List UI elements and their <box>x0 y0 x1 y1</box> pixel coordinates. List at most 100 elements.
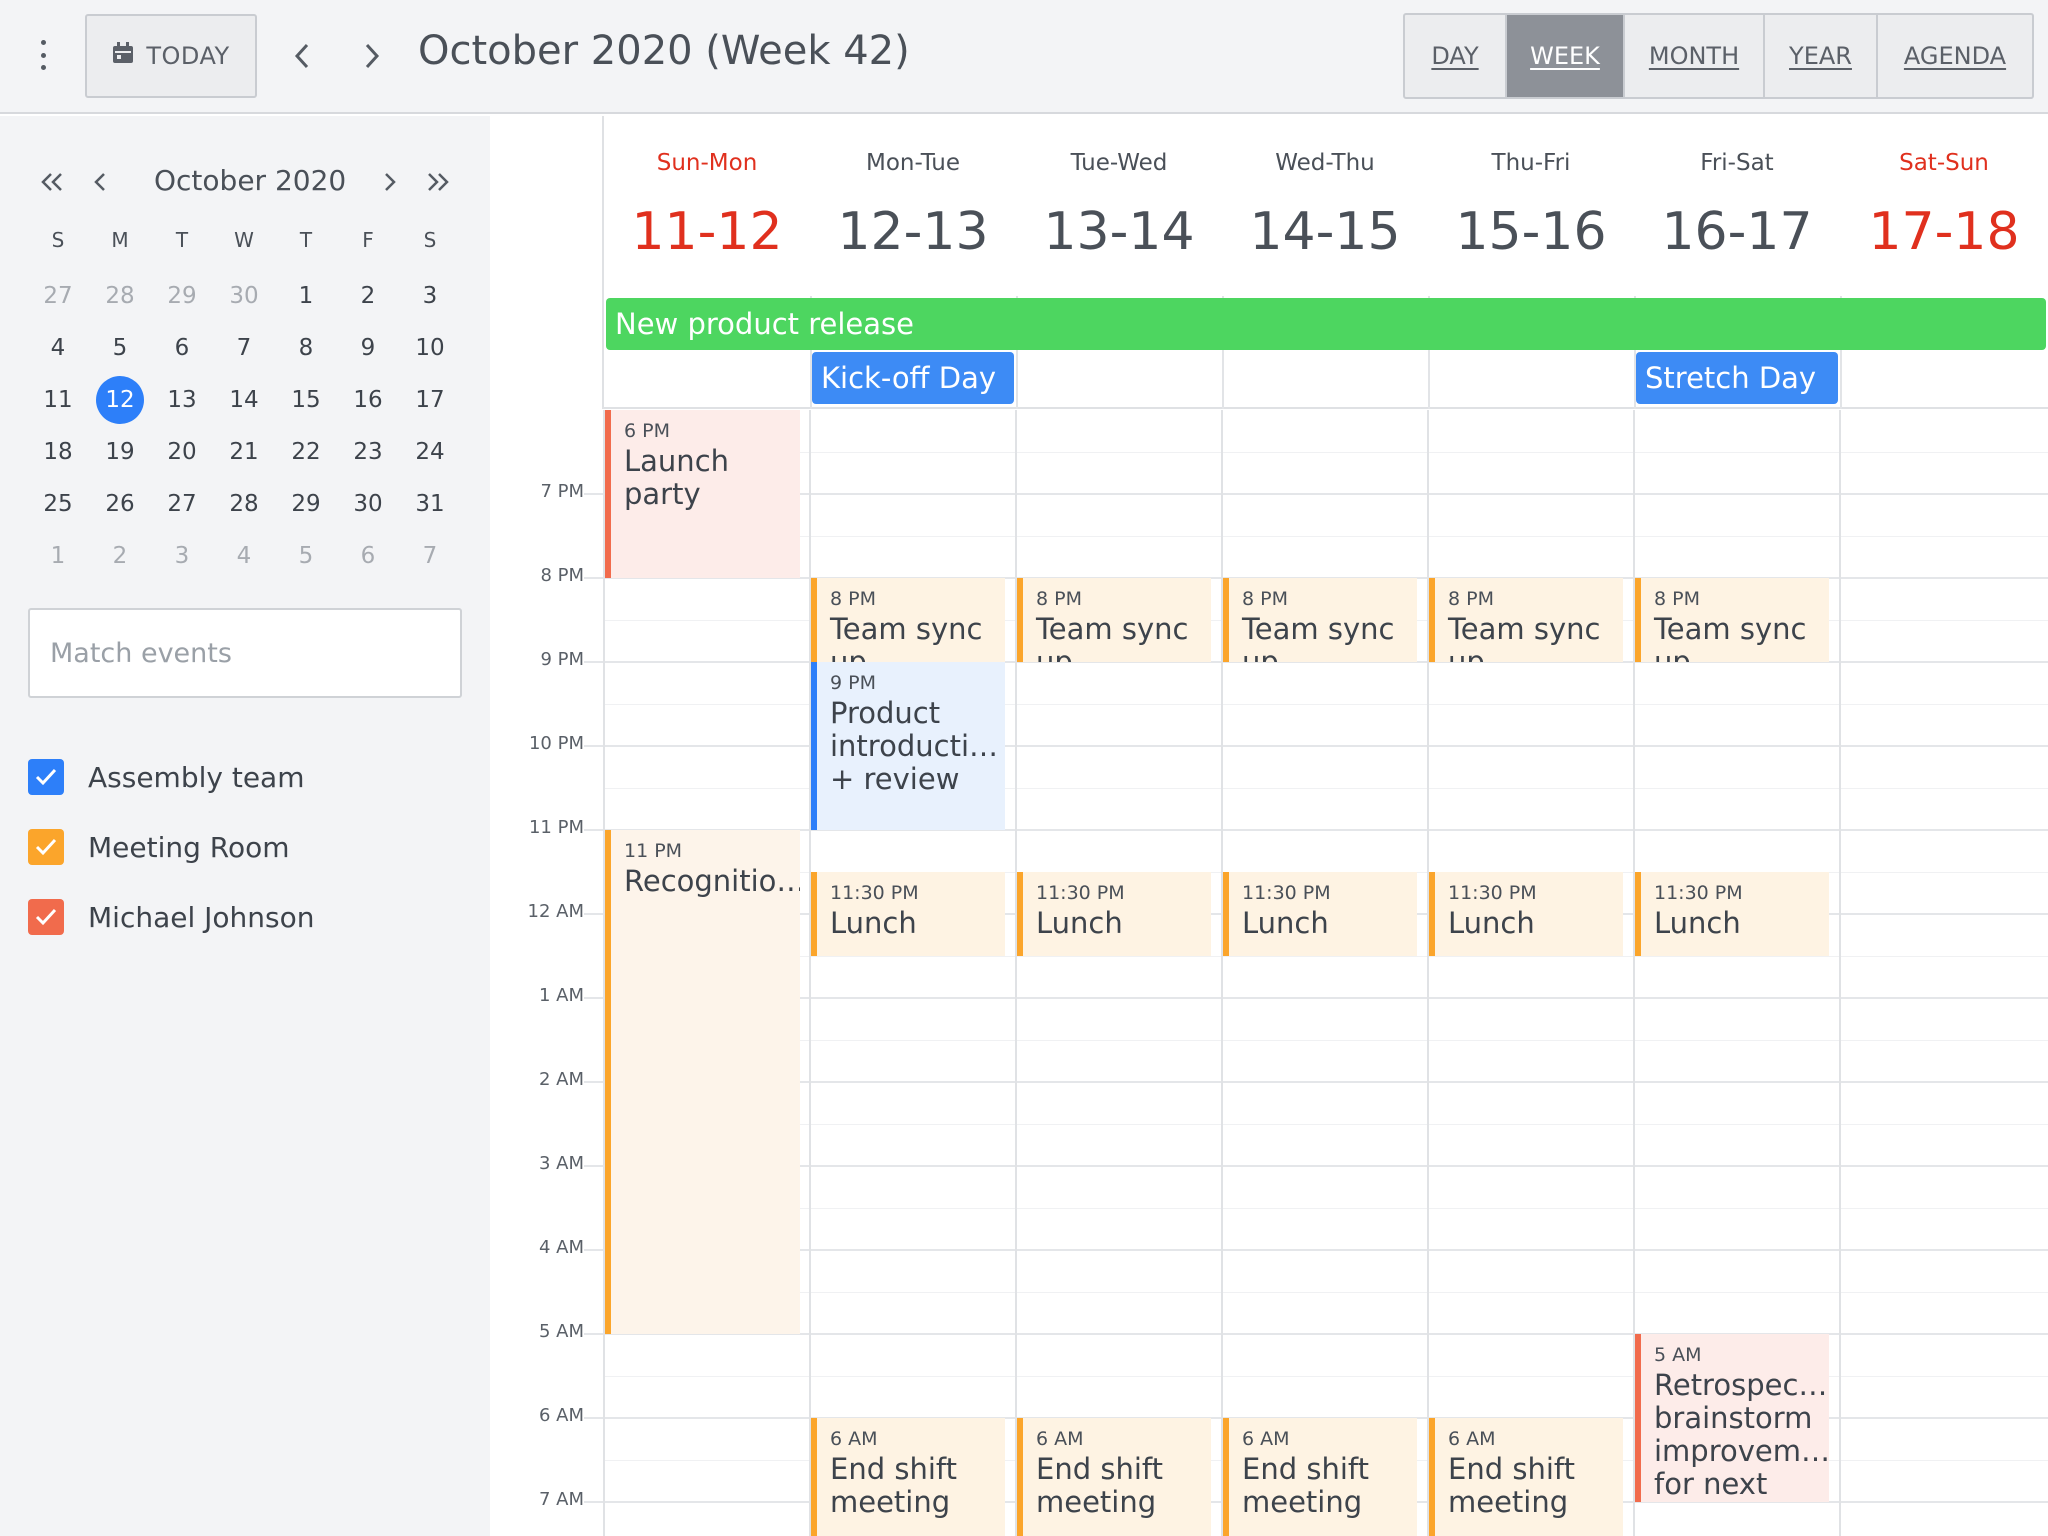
mini-calendar-day[interactable]: 29 <box>275 478 337 530</box>
mini-calendar-day[interactable]: 29 <box>151 270 213 322</box>
day-header[interactable]: Sat-Sun 17-18 <box>1840 116 2048 296</box>
event-team-sync[interactable]: 8 PM Team sync up <box>1017 578 1211 662</box>
event-title: Lunch <box>830 906 917 940</box>
mini-calendar-day[interactable]: 13 <box>151 374 213 426</box>
event-lunch[interactable]: 11:30 PM Lunch <box>811 872 1005 956</box>
calendar-michael-johnson[interactable]: Michael Johnson <box>28 882 315 952</box>
mini-calendar-day[interactable]: 3 <box>399 270 461 322</box>
mini-calendar-day[interactable]: 8 <box>275 322 337 374</box>
view-month-button[interactable]: MONTH <box>1625 15 1765 97</box>
mini-calendar-day[interactable]: 22 <box>275 426 337 478</box>
event-lunch[interactable]: 11:30 PM Lunch <box>1223 872 1417 956</box>
mini-calendar-day[interactable]: 27 <box>151 478 213 530</box>
event-team-sync[interactable]: 8 PM Team sync up <box>811 578 1005 662</box>
event-team-sync[interactable]: 8 PM Team sync up <box>1223 578 1417 662</box>
mini-calendar-day[interactable]: 9 <box>337 322 399 374</box>
mini-calendar-day[interactable]: 6 <box>337 530 399 582</box>
more-menu-button[interactable] <box>30 40 56 70</box>
day-header[interactable]: Thu-Fri 15-16 <box>1428 116 1634 296</box>
mini-calendar-day[interactable]: 5 <box>275 530 337 582</box>
mini-calendar-day[interactable]: 14 <box>213 374 275 426</box>
mini-calendar-day[interactable]: 4 <box>213 530 275 582</box>
search-input[interactable] <box>30 610 460 696</box>
checkbox[interactable] <box>28 759 64 795</box>
mini-calendar-day[interactable]: 6 <box>151 322 213 374</box>
event-launch-party[interactable]: 6 PM Launch party <box>605 410 800 578</box>
next-year-button[interactable] <box>418 166 458 198</box>
event-recognition[interactable]: 11 PM Recognitio… <box>605 830 800 1334</box>
mini-calendar-day[interactable]: 23 <box>337 426 399 478</box>
mini-calendar-day[interactable]: 5 <box>89 322 151 374</box>
view-week-button[interactable]: WEEK <box>1507 15 1625 97</box>
previous-month-button[interactable] <box>80 166 120 198</box>
mini-calendar-day[interactable]: 30 <box>213 270 275 322</box>
mini-calendar-day[interactable]: 7 <box>399 530 461 582</box>
event-end-shift[interactable]: 6 AM End shift meeting <box>1429 1418 1623 1536</box>
calendar-assembly-team[interactable]: Assembly team <box>28 742 315 812</box>
mini-calendar-day[interactable]: 11 <box>27 374 89 426</box>
event-end-shift[interactable]: 6 AM End shift meeting <box>1017 1418 1211 1536</box>
weekday-label: S <box>423 228 437 252</box>
view-day-button[interactable]: DAY <box>1405 15 1507 97</box>
mini-calendar-day[interactable]: 19 <box>89 426 151 478</box>
view-agenda-button[interactable]: AGENDA <box>1878 15 2032 97</box>
mini-calendar-day[interactable]: 2 <box>337 270 399 322</box>
mini-calendar-day[interactable]: 28 <box>213 478 275 530</box>
mini-calendar-day[interactable]: 21 <box>213 426 275 478</box>
mini-calendar-day[interactable]: 30 <box>337 478 399 530</box>
mini-calendar-day[interactable]: 27 <box>27 270 89 322</box>
next-month-button[interactable] <box>370 166 410 198</box>
previous-year-button[interactable] <box>32 166 72 198</box>
event-team-sync[interactable]: 8 PM Team sync up <box>1429 578 1623 662</box>
previous-week-button[interactable] <box>282 34 322 78</box>
event-retrospective[interactable]: 5 AM Retrospec… brainstorm improvem… for … <box>1635 1334 1829 1502</box>
allday-event-new-product-release[interactable]: New product release <box>606 298 2046 350</box>
day-header[interactable]: Tue-Wed 13-14 <box>1016 116 1222 296</box>
mini-calendar-day[interactable]: 7 <box>213 322 275 374</box>
next-week-button[interactable] <box>352 34 392 78</box>
mini-calendar-day[interactable]: 28 <box>89 270 151 322</box>
allday-event-stretch-day[interactable]: Stretch Day <box>1636 352 1838 404</box>
event-product-introduction[interactable]: 9 PM Product introducti… + review <box>811 662 1005 830</box>
mini-calendar-day[interactable]: 20 <box>151 426 213 478</box>
event-team-sync[interactable]: 8 PM Team sync up <box>1635 578 1829 662</box>
mini-calendar-day[interactable]: 10 <box>399 322 461 374</box>
calendar-list: Assembly team Meeting Room Michael Johnson <box>28 742 315 952</box>
mini-calendar-day[interactable]: 1 <box>27 530 89 582</box>
day-header[interactable]: Wed-Thu 14-15 <box>1222 116 1428 296</box>
mini-calendar-day[interactable]: 24 <box>399 426 461 478</box>
event-time: 9 PM <box>830 672 876 694</box>
checkbox[interactable] <box>28 899 64 935</box>
view-year-button[interactable]: YEAR <box>1765 15 1878 97</box>
today-button[interactable]: TODAY <box>85 14 257 98</box>
mini-calendar-day[interactable]: 15 <box>275 374 337 426</box>
checkbox[interactable] <box>28 829 64 865</box>
mini-calendar-day[interactable]: 25 <box>27 478 89 530</box>
event-lunch[interactable]: 11:30 PM Lunch <box>1017 872 1211 956</box>
day-header[interactable]: Mon-Tue 12-13 <box>810 116 1016 296</box>
half-hour-line <box>604 536 2048 537</box>
calendar-meeting-room[interactable]: Meeting Room <box>28 812 315 882</box>
mini-calendar-day-selected[interactable]: 12 <box>89 374 151 426</box>
mini-calendar-day[interactable]: 18 <box>27 426 89 478</box>
day-header[interactable]: Sun-Mon 11-12 <box>604 116 810 296</box>
mini-calendar-day[interactable]: 4 <box>27 322 89 374</box>
mini-calendar-day[interactable]: 1 <box>275 270 337 322</box>
day-name: Mon-Tue <box>866 150 960 176</box>
mini-calendar-day[interactable]: 31 <box>399 478 461 530</box>
event-time: 6 AM <box>1448 1428 1496 1450</box>
event-end-shift[interactable]: 6 AM End shift meeting <box>1223 1418 1417 1536</box>
day-number: 30 <box>229 283 259 309</box>
day-header[interactable]: Fri-Sat 16-17 <box>1634 116 1840 296</box>
mini-calendar-day[interactable]: 17 <box>399 374 461 426</box>
allday-event-kick-off-day[interactable]: Kick-off Day <box>812 352 1014 404</box>
event-lunch[interactable]: 11:30 PM Lunch <box>1635 872 1829 956</box>
mini-calendar-day[interactable]: 16 <box>337 374 399 426</box>
day-number: 14 <box>229 387 259 413</box>
event-lunch[interactable]: 11:30 PM Lunch <box>1429 872 1623 956</box>
mini-calendar-day[interactable]: 2 <box>89 530 151 582</box>
event-end-shift[interactable]: 6 AM End shift meeting <box>811 1418 1005 1536</box>
mini-calendar-day[interactable]: 3 <box>151 530 213 582</box>
mini-calendar-day[interactable]: 26 <box>89 478 151 530</box>
day-name: Sun-Mon <box>656 150 758 176</box>
